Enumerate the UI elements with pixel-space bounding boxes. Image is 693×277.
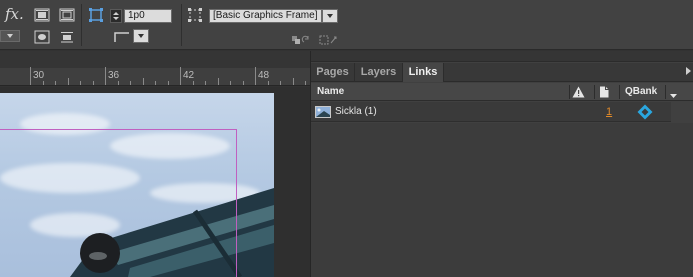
effects-button[interactable]: fx. bbox=[5, 5, 24, 23]
wrap-jump-object-icon[interactable] bbox=[33, 29, 51, 45]
frame-fitting-icon[interactable] bbox=[87, 7, 105, 23]
stroke-weight-field[interactable]: 1p0 bbox=[124, 9, 172, 23]
wrap-object-shape-icon[interactable] bbox=[58, 7, 76, 23]
ruler-tick bbox=[142, 78, 144, 85]
corner-shape-icon[interactable] bbox=[112, 29, 132, 45]
ruler-label: 36 bbox=[108, 70, 120, 81]
control-bar: fx. 1p0 [Basic Graphics Frame] bbox=[0, 0, 693, 50]
document-tab-bar bbox=[0, 51, 310, 68]
ruler-tick bbox=[117, 81, 119, 85]
panel-menu-icon[interactable] bbox=[686, 67, 691, 75]
ruler-tick bbox=[305, 81, 306, 85]
building-silhouette bbox=[70, 188, 274, 277]
panel-tab-bar: Pages Layers Links bbox=[311, 63, 693, 82]
placed-image-sickla[interactable] bbox=[0, 93, 274, 277]
links-column-header: Name QBank bbox=[311, 83, 693, 101]
ruler-tick bbox=[217, 78, 219, 85]
ruler-label: 42 bbox=[183, 70, 195, 81]
tab-pages[interactable]: Pages bbox=[311, 63, 355, 82]
ruler-tick bbox=[180, 67, 181, 85]
wrap-next-column-icon[interactable] bbox=[58, 29, 76, 45]
wrap-bounding-box-icon[interactable] bbox=[33, 7, 51, 23]
divider bbox=[81, 4, 82, 46]
object-style-field[interactable]: [Basic Graphics Frame] bbox=[209, 9, 322, 23]
warning-icon[interactable] bbox=[572, 86, 585, 101]
ruler-label: 48 bbox=[258, 70, 270, 81]
object-style-dropdown[interactable] bbox=[322, 9, 338, 23]
ruler-tick bbox=[292, 78, 294, 85]
qbank-diamond-icon[interactable] bbox=[637, 104, 653, 123]
ruler-tick bbox=[30, 67, 31, 85]
ruler-tick bbox=[255, 67, 256, 85]
clear-overrides-icon[interactable] bbox=[290, 32, 314, 48]
ruler-tick bbox=[155, 81, 156, 85]
frame-edges-icon[interactable] bbox=[186, 7, 204, 23]
tab-layers[interactable]: Layers bbox=[355, 63, 403, 82]
ruler-tick bbox=[167, 81, 169, 85]
frame-edge-right bbox=[236, 129, 237, 277]
stroke-weight-stepper[interactable] bbox=[110, 9, 122, 23]
frame-edge-top bbox=[0, 129, 236, 130]
page-column-icon[interactable] bbox=[599, 86, 609, 101]
panel-grip[interactable] bbox=[311, 51, 693, 62]
ruler-tick bbox=[242, 81, 244, 85]
column-name[interactable]: Name bbox=[317, 83, 344, 101]
image-thumbnail-icon bbox=[315, 106, 331, 121]
ruler-tick bbox=[42, 81, 44, 85]
link-name[interactable]: Sickla (1) bbox=[335, 102, 377, 122]
ruler-tick bbox=[267, 81, 269, 85]
ruler-tick bbox=[205, 81, 206, 85]
divider bbox=[181, 4, 182, 46]
link-row[interactable]: Sickla (1) 1 bbox=[311, 102, 671, 122]
ruler-tick bbox=[80, 81, 81, 85]
horizontal-ruler[interactable]: 30 36 42 48 bbox=[0, 67, 310, 86]
ruler-tick bbox=[67, 78, 69, 85]
tab-links[interactable]: Links bbox=[403, 63, 444, 82]
ruler-tick bbox=[55, 81, 56, 85]
ruler-tick bbox=[92, 81, 94, 85]
ruler-tick bbox=[230, 81, 231, 85]
links-list-empty-area[interactable] bbox=[311, 123, 693, 277]
column-qbank[interactable]: QBank bbox=[625, 83, 657, 101]
stroke-swatch[interactable] bbox=[0, 30, 20, 42]
ruler-label: 30 bbox=[33, 70, 45, 81]
ruler-tick bbox=[130, 81, 131, 85]
links-panel: Pages Layers Links Name QBank Sickla (1)… bbox=[310, 51, 693, 277]
ruler-tick bbox=[192, 81, 194, 85]
column-menu-icon[interactable] bbox=[670, 90, 677, 102]
corner-shape-dropdown[interactable] bbox=[133, 29, 149, 43]
ruler-tick bbox=[280, 81, 281, 85]
link-page-number[interactable]: 1 bbox=[606, 102, 612, 122]
clear-attributes-icon[interactable] bbox=[318, 32, 340, 48]
ruler-tick bbox=[105, 67, 106, 85]
